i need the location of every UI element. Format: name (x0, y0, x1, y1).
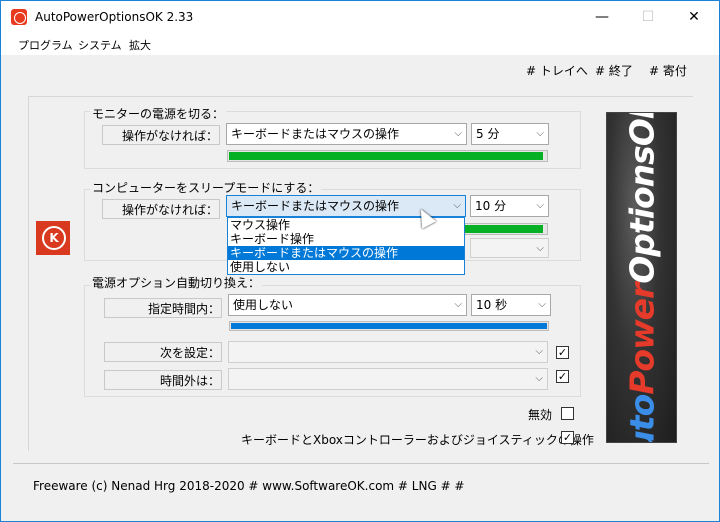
chevron-down-icon: ⌵ (454, 128, 462, 139)
monitor-mode-select[interactable]: キーボードまたはマウスの操作 ⌵ (226, 123, 467, 145)
monitor-row-label: 操作がなければ： (121, 129, 218, 143)
app-icon (11, 9, 27, 25)
sleep-extra-select: ⌵ (470, 238, 549, 258)
auto-switch-group-label: 電源オプション自動切り換え： (90, 274, 263, 291)
sleep-group-label: コンピューターをスリープモードにする： (90, 179, 322, 196)
outside-checkbox[interactable]: ✓ (556, 370, 569, 383)
chevron-down-icon: ⌵ (453, 200, 461, 211)
dropdown-option-keyboard-or-mouse[interactable]: キーボードまたはマウスの操作 (228, 246, 464, 260)
disable-label: 無効 (528, 408, 553, 422)
outside-select: ⌵ (228, 368, 548, 390)
chevron-down-icon: ⌵ (536, 128, 544, 139)
window-title: AutoPowerOptionsOK 2.33 (35, 10, 194, 24)
outside-label: 時間外は： (159, 374, 220, 388)
schedule-progress-fill (231, 323, 547, 329)
menu-bar: プログラム システム 拡大 (1, 33, 719, 55)
exit-link[interactable]: # 終了 (595, 62, 633, 79)
banner-power: Power (622, 283, 661, 395)
chevron-down-icon: ⌵ (535, 373, 543, 384)
chevron-down-icon: ⌵ (538, 299, 546, 310)
maximize-button: ☐ (641, 9, 655, 25)
menu-zoom[interactable]: 拡大 (129, 37, 151, 53)
chevron-down-icon: ⌵ (454, 299, 462, 310)
close-button[interactable]: ✕ (671, 1, 717, 33)
disable-checkbox[interactable] (561, 407, 574, 420)
monitor-time-select[interactable]: 5 分 ⌵ (471, 123, 549, 145)
footer-text[interactable]: Freeware (c) Nenad Hrg 2018-2020 # www.S… (33, 479, 465, 493)
chevron-down-icon: ⌵ (536, 200, 544, 211)
dropdown-option-keyboard[interactable]: キーボード操作 (228, 232, 464, 246)
title-bar[interactable]: AutoPowerOptionsOK 2.33 — ☐ ✕ (1, 1, 719, 33)
banner-options: OptionsOK (622, 112, 661, 284)
controller-label: キーボードとXboxコントローラーおよびジョイスティックの操作 (241, 433, 594, 447)
monitor-progress-fill (229, 152, 543, 160)
schedule-progress-bar (229, 321, 549, 331)
sleep-time-select[interactable]: 10 分 ⌵ (470, 195, 549, 217)
monitor-group-label: モニターの電源を切る： (90, 105, 227, 122)
next-checkbox[interactable]: ✓ (556, 346, 569, 359)
minimize-button[interactable]: — (579, 1, 625, 33)
app-window: AutoPowerOptionsOK 2.33 — ☐ ✕ プログラム システム… (0, 0, 720, 522)
menu-program[interactable]: プログラム (18, 37, 73, 53)
banner-auto: Auto (622, 394, 661, 443)
next-label: 次を設定： (159, 346, 220, 360)
schedule-label: 指定時間内： (147, 302, 220, 316)
dropdown-option-none[interactable]: 使用しない (228, 260, 464, 274)
donate-link[interactable]: # 寄付 (649, 62, 687, 79)
to-tray-link[interactable]: # トレイへ (526, 62, 588, 79)
controller-checkbox[interactable]: ✓ (561, 431, 574, 444)
softwareok-logo-icon (36, 221, 70, 255)
autopoweroptionsok-banner: AutoPowerOptionsOK...... (606, 112, 677, 443)
menu-system[interactable]: システム (78, 37, 122, 53)
chevron-down-icon: ⌵ (535, 346, 543, 357)
footer-divider (13, 463, 709, 464)
sleep-row-label: 操作がなければ： (121, 203, 218, 217)
monitor-progress-bar (227, 150, 548, 162)
schedule-time-select[interactable]: 10 秒 ⌵ (471, 294, 551, 316)
sleep-mode-dropdown[interactable]: マウス操作 キーボード操作 キーボードまたはマウスの操作 使用しない (227, 217, 465, 275)
schedule-select[interactable]: 使用しない ⌵ (228, 294, 467, 316)
next-select: ⌵ (228, 341, 548, 363)
chevron-down-icon: ⌵ (536, 243, 544, 254)
